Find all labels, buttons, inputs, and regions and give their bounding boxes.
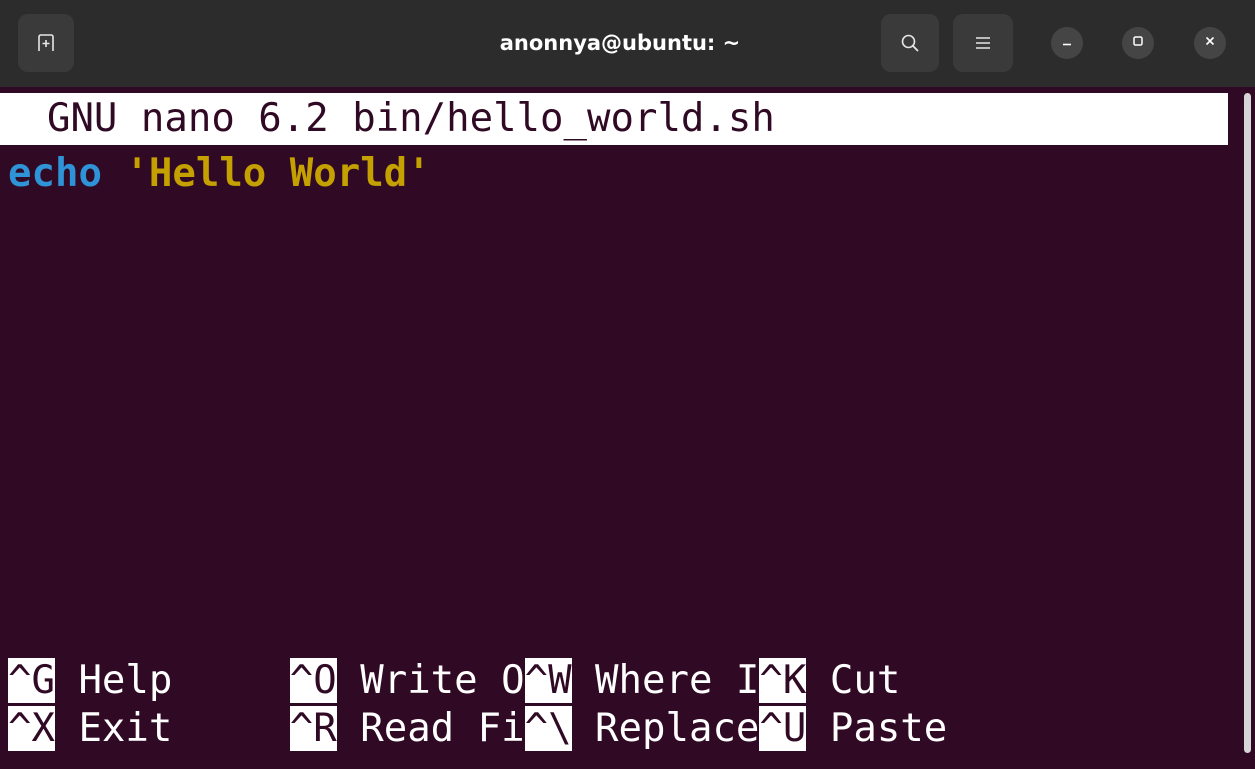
- search-button[interactable]: [881, 14, 939, 72]
- close-icon: [1204, 34, 1216, 52]
- shortcut-label-where-is: Where I: [571, 658, 760, 703]
- maximize-button[interactable]: [1122, 27, 1154, 59]
- window-title: anonnya@ubuntu: ~: [499, 31, 741, 55]
- new-tab-icon: [37, 34, 55, 52]
- echo-keyword: echo: [8, 151, 102, 196]
- shortcut-label-help: Help: [54, 658, 290, 703]
- shortcut-label-paste: Paste: [806, 706, 948, 751]
- terminal-area[interactable]: GNU nano 6.2 bin/hello_world.sh echo 'He…: [0, 87, 1240, 769]
- shortcut-label-exit: Exit: [54, 706, 290, 751]
- maximize-icon: [1132, 34, 1144, 52]
- search-icon: [900, 33, 920, 53]
- close-button[interactable]: [1194, 27, 1226, 59]
- shortcut-label-cut: Cut: [806, 658, 901, 703]
- editor-line-1[interactable]: echo 'Hello World': [8, 149, 431, 199]
- new-tab-button[interactable]: [18, 14, 74, 72]
- minimize-button[interactable]: [1051, 27, 1083, 59]
- shortcut-key-exit: ^X: [8, 706, 55, 751]
- shortcut-label-write-out: Write O: [336, 658, 525, 703]
- shortcut-key-read-file: ^R: [289, 706, 337, 751]
- shortcut-label-read-file: Read Fi: [336, 706, 525, 751]
- title-bar[interactable]: anonnya@ubuntu: ~: [0, 0, 1255, 87]
- hello-world-string: 'Hello World': [125, 151, 431, 196]
- shortcut-row-1: ^G Help ^O Write O^W Where I^K Cut: [8, 657, 900, 705]
- terminal-window: anonnya@ubuntu: ~ GNU nano 6.2 bin/hello…: [0, 0, 1255, 769]
- shortcut-row-2: ^X Exit ^R Read Fi^\ Replace^U Paste: [8, 705, 947, 753]
- shortcut-key-paste: ^U: [759, 706, 807, 751]
- hamburger-menu-icon: [975, 36, 991, 50]
- shortcut-key-cut: ^K: [759, 658, 807, 703]
- minimize-icon: [1061, 34, 1073, 52]
- shortcut-label-replace: Replace: [571, 706, 760, 751]
- scrollbar-thumb[interactable]: [1244, 93, 1251, 753]
- shortcut-key-replace: ^\: [524, 706, 572, 751]
- shortcut-key-write-out: ^O: [289, 658, 337, 703]
- scrollbar[interactable]: [1240, 87, 1255, 769]
- shortcut-key-where-is: ^W: [524, 658, 572, 703]
- menu-button[interactable]: [953, 14, 1013, 72]
- shortcut-key-help: ^G: [8, 658, 55, 703]
- nano-header-bar: GNU nano 6.2 bin/hello_world.sh: [0, 93, 1228, 145]
